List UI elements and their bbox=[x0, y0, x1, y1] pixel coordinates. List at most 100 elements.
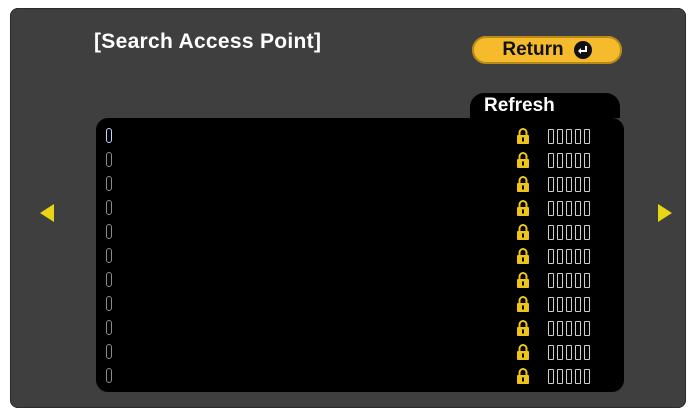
signal-bar bbox=[575, 249, 581, 264]
selection-marker bbox=[106, 248, 112, 263]
signal-bar bbox=[584, 225, 590, 240]
signal-bar bbox=[584, 153, 590, 168]
signal-bar bbox=[548, 345, 554, 360]
signal-strength-icon bbox=[548, 225, 590, 240]
signal-bar bbox=[557, 129, 563, 144]
signal-strength-icon bbox=[548, 345, 590, 360]
access-point-row[interactable] bbox=[96, 292, 624, 317]
signal-strength-icon bbox=[548, 249, 590, 264]
signal-bar bbox=[548, 225, 554, 240]
signal-bar bbox=[548, 249, 554, 264]
arrow-right-icon[interactable] bbox=[658, 204, 672, 222]
signal-bar bbox=[548, 153, 554, 168]
signal-bar bbox=[575, 321, 581, 336]
selection-marker bbox=[106, 272, 112, 287]
signal-bar bbox=[557, 297, 563, 312]
signal-bar bbox=[557, 153, 563, 168]
signal-bar bbox=[566, 225, 572, 240]
access-point-list bbox=[96, 118, 624, 392]
access-point-row[interactable] bbox=[96, 364, 624, 389]
signal-bar bbox=[566, 177, 572, 192]
signal-bar bbox=[575, 153, 581, 168]
signal-bar bbox=[548, 297, 554, 312]
selection-marker bbox=[106, 296, 112, 311]
signal-bar bbox=[566, 201, 572, 216]
signal-bar bbox=[557, 273, 563, 288]
return-button[interactable]: Return bbox=[472, 36, 622, 64]
selection-marker bbox=[106, 320, 112, 335]
signal-strength-icon bbox=[548, 201, 590, 216]
selection-marker bbox=[106, 176, 112, 191]
signal-bar bbox=[575, 225, 581, 240]
refresh-button-label: Refresh bbox=[484, 94, 555, 116]
lock-icon bbox=[516, 151, 530, 169]
signal-bar bbox=[557, 225, 563, 240]
access-point-row[interactable] bbox=[96, 148, 624, 173]
signal-bar bbox=[548, 273, 554, 288]
signal-bar bbox=[557, 249, 563, 264]
signal-bar bbox=[575, 201, 581, 216]
signal-bar bbox=[584, 177, 590, 192]
selection-marker bbox=[106, 152, 112, 167]
signal-strength-icon bbox=[548, 273, 590, 288]
signal-bar bbox=[566, 153, 572, 168]
signal-bar bbox=[584, 321, 590, 336]
return-button-label: Return bbox=[502, 39, 564, 60]
selection-marker bbox=[106, 128, 112, 143]
lock-icon bbox=[516, 271, 530, 289]
signal-bar bbox=[548, 201, 554, 216]
access-point-row[interactable] bbox=[96, 316, 624, 341]
access-point-row[interactable] bbox=[96, 124, 624, 149]
signal-bar bbox=[548, 177, 554, 192]
lock-icon bbox=[516, 127, 530, 145]
signal-bar bbox=[566, 297, 572, 312]
signal-bar bbox=[557, 321, 563, 336]
signal-bar bbox=[566, 369, 572, 384]
signal-bar bbox=[566, 249, 572, 264]
selection-marker bbox=[106, 368, 112, 383]
lock-icon bbox=[516, 295, 530, 313]
selection-marker bbox=[106, 344, 112, 359]
signal-strength-icon bbox=[548, 321, 590, 336]
signal-bar bbox=[557, 201, 563, 216]
signal-bar bbox=[548, 129, 554, 144]
access-point-row[interactable] bbox=[96, 244, 624, 269]
lock-icon bbox=[516, 367, 530, 385]
signal-bar bbox=[557, 177, 563, 192]
search-access-point-screen: [Search Access Point] Return Refresh bbox=[10, 8, 686, 408]
access-point-row[interactable] bbox=[96, 196, 624, 221]
selection-marker bbox=[106, 224, 112, 239]
signal-bar bbox=[575, 177, 581, 192]
refresh-button[interactable]: Refresh bbox=[470, 93, 620, 118]
signal-bar bbox=[557, 345, 563, 360]
access-point-row[interactable] bbox=[96, 340, 624, 365]
lock-icon bbox=[516, 175, 530, 193]
signal-bar bbox=[566, 321, 572, 336]
arrow-left-icon[interactable] bbox=[40, 204, 54, 222]
signal-strength-icon bbox=[548, 129, 590, 144]
signal-strength-icon bbox=[548, 369, 590, 384]
lock-icon bbox=[516, 319, 530, 337]
signal-bar bbox=[584, 297, 590, 312]
page-title: [Search Access Point] bbox=[94, 30, 322, 53]
signal-bar bbox=[557, 369, 563, 384]
signal-bar bbox=[584, 369, 590, 384]
lock-icon bbox=[516, 247, 530, 265]
signal-strength-icon bbox=[548, 153, 590, 168]
signal-bar bbox=[566, 129, 572, 144]
signal-strength-icon bbox=[548, 297, 590, 312]
signal-bar bbox=[566, 345, 572, 360]
access-point-row[interactable] bbox=[96, 268, 624, 293]
signal-strength-icon bbox=[548, 177, 590, 192]
lock-icon bbox=[516, 223, 530, 241]
access-point-row[interactable] bbox=[96, 220, 624, 245]
signal-bar bbox=[575, 273, 581, 288]
signal-bar bbox=[575, 297, 581, 312]
signal-bar bbox=[584, 129, 590, 144]
enter-icon bbox=[573, 41, 592, 59]
signal-bar bbox=[548, 321, 554, 336]
access-point-row[interactable] bbox=[96, 172, 624, 197]
signal-bar bbox=[584, 249, 590, 264]
signal-bar bbox=[575, 129, 581, 144]
signal-bar bbox=[584, 345, 590, 360]
